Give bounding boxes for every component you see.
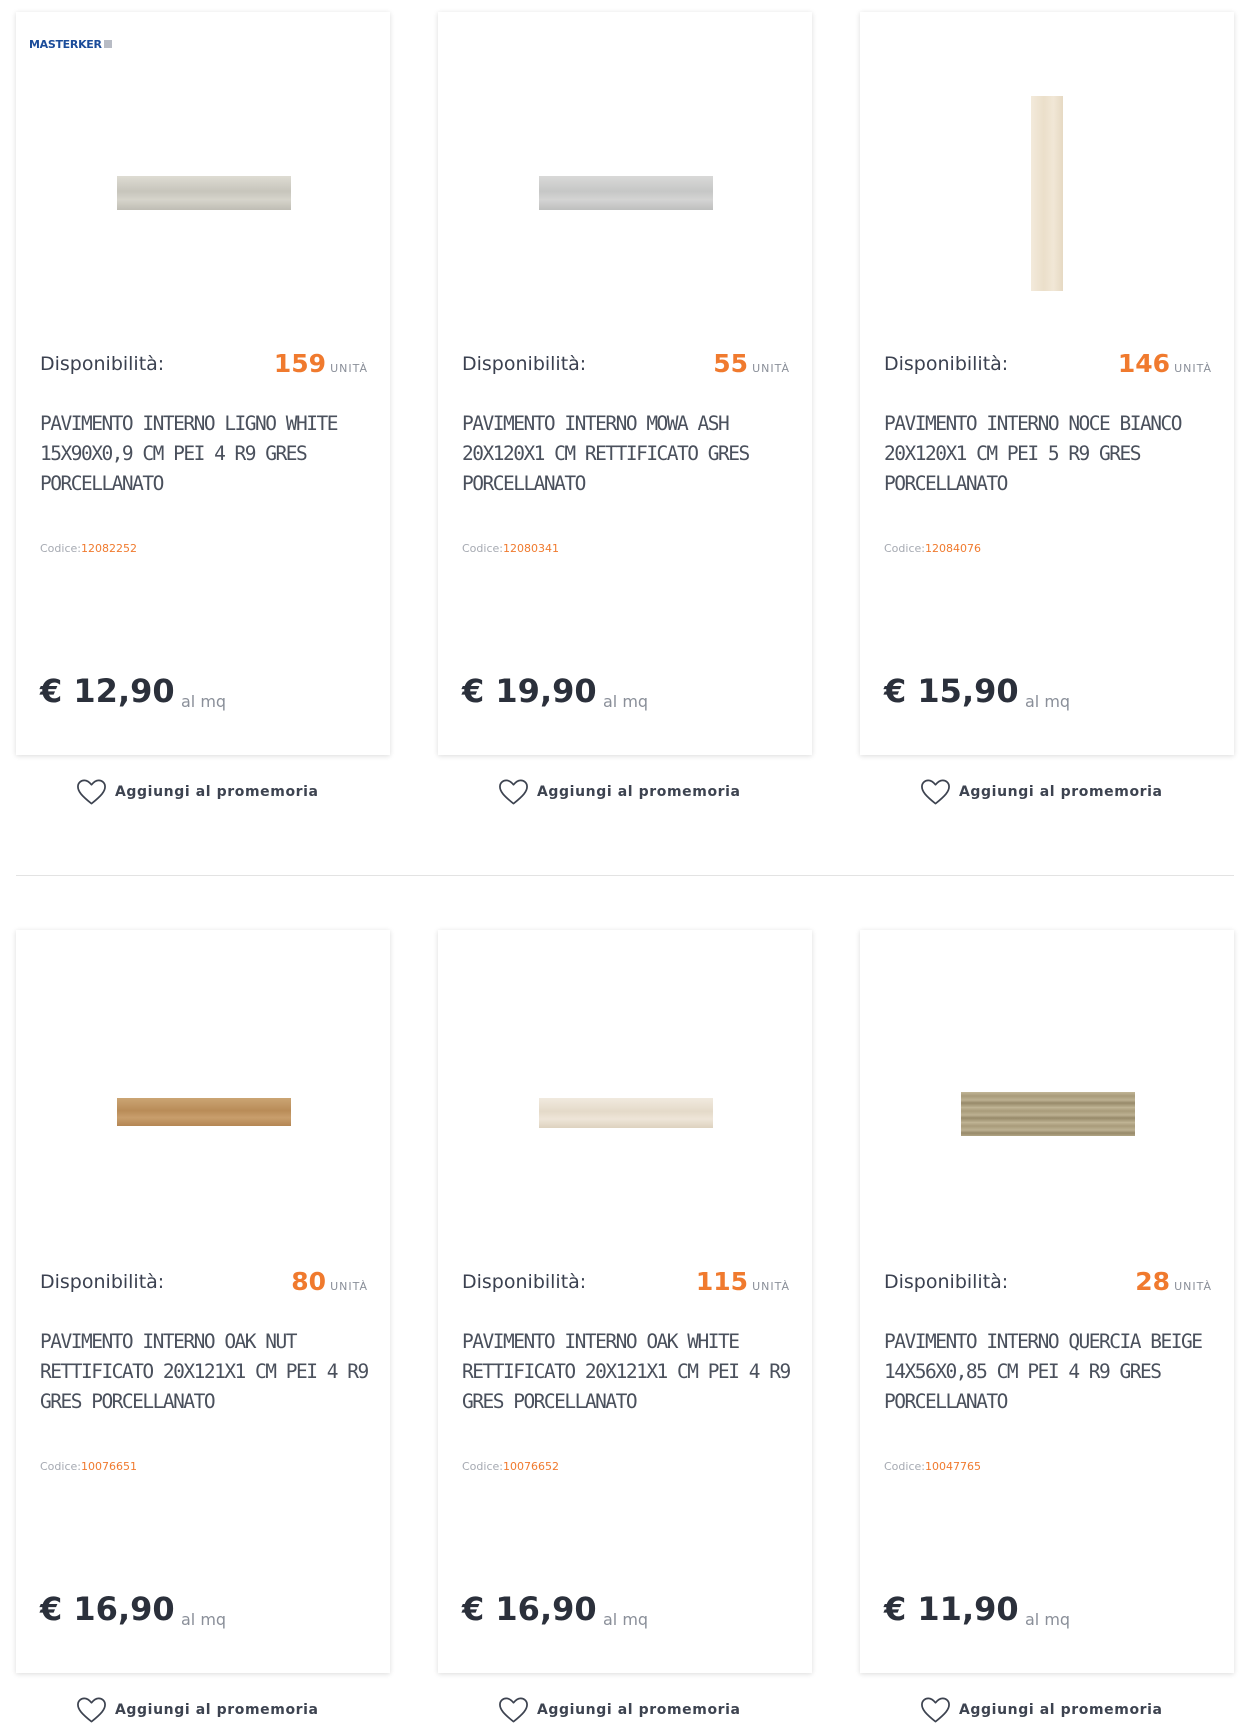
reminder-label: Aggiungi al promemoria (537, 784, 741, 800)
product-name[interactable]: PAVIMENTO INTERNO NOCE BIANCO 20X120X1 C… (884, 409, 1214, 499)
product-card[interactable]: MASTERKER Disponibilità: 159 UNITÀ PAVIME… (16, 12, 390, 755)
price-unit: al mq (603, 1610, 649, 1629)
brand-mark-icon (103, 40, 112, 48)
reminder-label: Aggiungi al promemoria (115, 1702, 319, 1718)
brand-logo: MASTERKER (29, 38, 112, 51)
availability-unit: UNITÀ (330, 1280, 368, 1293)
availability-count: 146 (1117, 349, 1171, 378)
product-price: € 19,90 (462, 672, 597, 710)
code-label: Codice: (884, 1460, 925, 1473)
product-code: Codice:10047765 (884, 1460, 981, 1473)
availability-label: Disponibilità: (40, 353, 165, 375)
code-label: Codice: (884, 542, 925, 555)
code-value: 10047765 (924, 1460, 981, 1473)
code-value: 12082252 (80, 542, 137, 555)
availability-label: Disponibilità: (884, 1271, 1009, 1293)
product-card[interactable]: Disponibilità: 115 UNITÀ PAVIMENTO INTERN… (438, 930, 812, 1673)
availability-unit: UNITÀ (752, 362, 790, 375)
availability-unit: UNITÀ (1174, 1280, 1212, 1293)
product-image[interactable] (117, 1098, 291, 1126)
price-unit: al mq (181, 692, 227, 711)
availability-value: 28 UNITÀ (1135, 1267, 1212, 1296)
heart-icon (921, 1697, 950, 1723)
product-price: € 16,90 (40, 1590, 175, 1628)
price-unit: al mq (1025, 1610, 1071, 1629)
code-value: 12084076 (924, 542, 981, 555)
code-label: Codice: (462, 542, 503, 555)
code-value: 10076652 (502, 1460, 559, 1473)
code-label: Codice: (40, 1460, 81, 1473)
availability-label: Disponibilità: (884, 353, 1009, 375)
availability-count: 80 (291, 1267, 327, 1296)
availability-label: Disponibilità: (40, 1271, 165, 1293)
heart-icon (77, 1697, 106, 1723)
code-value: 10076651 (80, 1460, 137, 1473)
product-name[interactable]: PAVIMENTO INTERNO QUERCIA BEIGE 14X56X0,… (884, 1327, 1214, 1417)
heart-icon (499, 779, 528, 805)
availability-value: 146 UNITÀ (1118, 349, 1212, 378)
availability-value: 159 UNITÀ (274, 349, 368, 378)
reminder-label: Aggiungi al promemoria (115, 784, 319, 800)
product-code: Codice:12082252 (40, 542, 137, 555)
availability-count: 115 (695, 1267, 749, 1296)
availability-count: 159 (273, 349, 327, 378)
availability-label: Disponibilità: (462, 1271, 587, 1293)
product-card[interactable]: Disponibilità: 80 UNITÀ PAVIMENTO INTERNO… (16, 930, 390, 1673)
code-label: Codice: (462, 1460, 503, 1473)
product-price: € 12,90 (40, 672, 175, 710)
add-to-reminder-button[interactable]: Aggiungi al promemoria (76, 774, 319, 810)
product-name[interactable]: PAVIMENTO INTERNO OAK NUT RETTIFICATO 20… (40, 1327, 370, 1417)
add-to-reminder-button[interactable]: Aggiungi al promemoria (498, 1692, 741, 1728)
product-card[interactable]: Disponibilità: 28 UNITÀ PAVIMENTO INTERNO… (860, 930, 1234, 1673)
product-name[interactable]: PAVIMENTO INTERNO MOWA ASH 20X120X1 CM R… (462, 409, 792, 499)
code-value: 12080341 (502, 542, 559, 555)
availability-value: 115 UNITÀ (696, 1267, 790, 1296)
add-to-reminder-button[interactable]: Aggiungi al promemoria (498, 774, 741, 810)
product-image[interactable] (961, 1092, 1135, 1136)
product-image[interactable] (1031, 96, 1063, 291)
heart-icon (77, 779, 106, 805)
availability-unit: UNITÀ (752, 1280, 790, 1293)
reminder-label: Aggiungi al promemoria (537, 1702, 741, 1718)
product-image[interactable] (539, 176, 713, 210)
product-code: Codice:12084076 (884, 542, 981, 555)
availability-count: 28 (1135, 1267, 1171, 1296)
product-image[interactable] (117, 176, 291, 210)
heart-icon (499, 1697, 528, 1723)
product-name[interactable]: PAVIMENTO INTERNO OAK WHITE RETTIFICATO … (462, 1327, 792, 1417)
availability-value: 80 UNITÀ (291, 1267, 368, 1296)
price-unit: al mq (603, 692, 649, 711)
product-row: MASTERKER Disponibilità: 159 UNITÀ PAVIME… (0, 12, 1250, 812)
product-card[interactable]: Disponibilità: 55 UNITÀ PAVIMENTO INTERNO… (438, 12, 812, 755)
product-code: Codice:10076651 (40, 1460, 137, 1473)
product-row: Disponibilità: 80 UNITÀ PAVIMENTO INTERNO… (0, 930, 1250, 1730)
availability-value: 55 UNITÀ (713, 349, 790, 378)
availability-count: 55 (713, 349, 749, 378)
availability-unit: UNITÀ (330, 362, 368, 375)
code-label: Codice: (40, 542, 81, 555)
reminder-label: Aggiungi al promemoria (959, 1702, 1163, 1718)
product-card[interactable]: Disponibilità: 146 UNITÀ PAVIMENTO INTERN… (860, 12, 1234, 755)
add-to-reminder-button[interactable]: Aggiungi al promemoria (76, 1692, 319, 1728)
product-code: Codice:10076652 (462, 1460, 559, 1473)
product-price: € 15,90 (884, 672, 1019, 710)
product-price: € 11,90 (884, 1590, 1019, 1628)
price-unit: al mq (181, 1610, 227, 1629)
add-to-reminder-button[interactable]: Aggiungi al promemoria (920, 774, 1163, 810)
product-image[interactable] (539, 1098, 713, 1128)
row-divider (16, 875, 1234, 876)
product-name[interactable]: PAVIMENTO INTERNO LIGNO WHITE 15X90X0,9 … (40, 409, 370, 499)
heart-icon (921, 779, 950, 805)
add-to-reminder-button[interactable]: Aggiungi al promemoria (920, 1692, 1163, 1728)
product-code: Codice:12080341 (462, 542, 559, 555)
availability-label: Disponibilità: (462, 353, 587, 375)
price-unit: al mq (1025, 692, 1071, 711)
product-price: € 16,90 (462, 1590, 597, 1628)
reminder-label: Aggiungi al promemoria (959, 784, 1163, 800)
availability-unit: UNITÀ (1174, 362, 1212, 375)
